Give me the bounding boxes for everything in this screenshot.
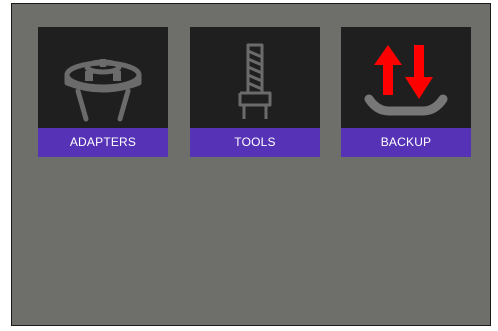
adapters-button[interactable]: ADAPTERS [38, 27, 168, 157]
tools-button[interactable]: TOOLS [190, 27, 320, 157]
tool-icon [190, 27, 320, 128]
backup-button[interactable]: BACKUP [341, 27, 471, 157]
adapters-label: ADAPTERS [38, 128, 168, 157]
main-panel: ADAPTERS TOOLS BACKUP [11, 3, 491, 326]
tools-label: TOOLS [190, 128, 320, 157]
backup-icon [341, 27, 471, 128]
adapter-icon [38, 27, 168, 128]
backup-label: BACKUP [341, 128, 471, 157]
